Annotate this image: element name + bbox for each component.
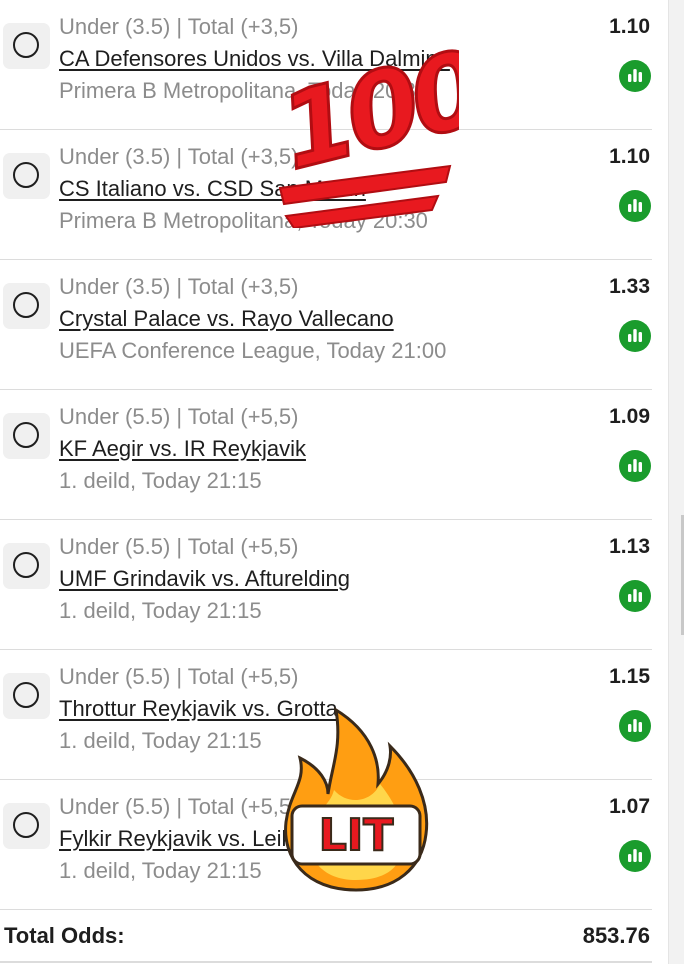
bet-odds: 1.33 [609,275,650,298]
bar-chart-icon[interactable] [619,320,651,352]
bet-league-time: 1. deild, Today 21:15 [59,598,262,623]
bet-row: Under (5.5) | Total (+5,5) KF Aegir vs. I… [0,390,652,520]
bar-chart-icon[interactable] [619,580,651,612]
bet-league-time: 1. deild, Today 21:15 [59,858,262,883]
bet-row: Under (5.5) | Total (+5,5) UMF Grindavik … [0,520,652,650]
select-bet-radio[interactable] [3,673,50,719]
radio-unchecked-icon[interactable] [13,812,39,838]
select-bet-radio[interactable] [3,283,50,329]
bet-market: Under (5.5) | Total (+5,5) [59,664,299,689]
select-bet-radio[interactable] [3,153,50,199]
total-odds-row: Total Odds: 853.76 [0,910,652,964]
bet-market: Under (3.5) | Total (+3,5) [59,274,299,299]
bet-odds: 1.15 [609,665,650,688]
stats-button[interactable] [619,60,651,92]
bar-chart-icon[interactable] [619,450,651,482]
bet-odds: 1.09 [609,405,650,428]
stats-button[interactable] [619,710,651,742]
bet-market: Under (3.5) | Total (+3,5) [59,14,299,39]
stats-button[interactable] [619,190,651,222]
divider [0,961,652,963]
radio-unchecked-icon[interactable] [13,552,39,578]
stats-button[interactable] [619,840,651,872]
total-odds-label: Total Odds: [4,923,125,948]
bar-chart-icon[interactable] [619,840,651,872]
bet-odds: 1.07 [609,795,650,818]
lit-fire-sticker: LIT [284,707,429,892]
bet-match-link[interactable]: KF Aegir vs. IR Reykjavik [59,436,306,462]
bar-chart-icon[interactable] [619,60,651,92]
radio-unchecked-icon[interactable] [13,162,39,188]
radio-unchecked-icon[interactable] [13,292,39,318]
radio-unchecked-icon[interactable] [13,32,39,58]
scrollbar-track[interactable] [668,0,684,964]
bet-market: Under (5.5) | Total (+5,5) [59,794,299,819]
bar-chart-icon[interactable] [619,190,651,222]
select-bet-radio[interactable] [3,413,50,459]
bet-market: Under (3.5) | Total (+3,5) [59,144,299,169]
bet-odds: 1.10 [609,15,650,38]
bet-league-time: 1. deild, Today 21:15 [59,728,262,753]
bet-match-link[interactable]: Crystal Palace vs. Rayo Vallecano [59,306,394,332]
select-bet-radio[interactable] [3,23,50,69]
lit-text: LIT [319,810,393,861]
bet-market: Under (5.5) | Total (+5,5) [59,404,299,429]
bet-league-time: 1. deild, Today 21:15 [59,468,262,493]
stats-button[interactable] [619,450,651,482]
bet-row: Under (3.5) | Total (+3,5) Crystal Palace… [0,260,652,390]
bet-match-link[interactable]: UMF Grindavik vs. Afturelding [59,566,350,592]
bar-chart-icon[interactable] [619,710,651,742]
bet-league-time: UEFA Conference League, Today 21:00 [59,338,447,363]
stats-button[interactable] [619,580,651,612]
stats-button[interactable] [619,320,651,352]
bet-odds: 1.10 [609,145,650,168]
radio-unchecked-icon[interactable] [13,682,39,708]
select-bet-radio[interactable] [3,803,50,849]
radio-unchecked-icon[interactable] [13,422,39,448]
bet-odds: 1.13 [609,535,650,558]
total-odds-value: 853.76 [582,923,650,948]
hundred-points-sticker: 100 [274,38,459,228]
select-bet-radio[interactable] [3,543,50,589]
bet-market: Under (5.5) | Total (+5,5) [59,534,299,559]
